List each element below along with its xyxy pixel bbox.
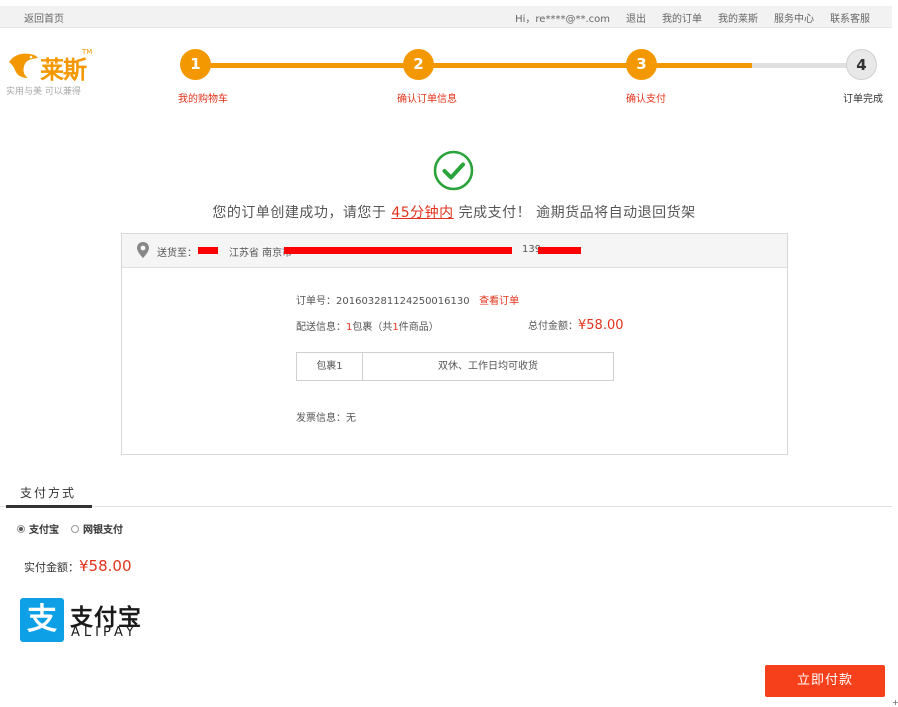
total-label: 总付金额： [528,321,578,332]
delivery-mid: 包裹（共 [352,322,393,333]
order-number-label: 订单号： [296,296,336,307]
view-order-link[interactable]: 查看订单 [479,296,519,307]
order-number: 20160328112425001613​0 [336,296,470,307]
redacted-phone [538,247,581,254]
invoice-value: 无 [346,413,356,424]
delivery-label: 配送信息： [296,322,346,333]
actual-amount-label: 实付金额： [24,561,79,574]
alipay-name-en: ALIPAY [71,625,138,640]
tab-underline [6,505,92,508]
step-1-circle: 1 [180,49,211,80]
user-greeting: Hi，re****@**.com [515,10,610,25]
package-table: 包裹1 双休、工作日均可收货 [296,352,614,381]
step-4-label: 订单完成 [843,94,883,105]
step-2-circle: 2 [403,49,434,80]
success-message: 您的订单创建成功，请您于 45分钟内 完成支付！ 逾期货品将自动退回货架 [0,202,898,222]
package-name: 包裹1 [297,353,363,380]
corner-mark: + [892,698,898,707]
alipay-logo: 支 支付宝 ALIPAY [20,598,150,644]
service-center-link[interactable]: 服务中心 [774,10,814,25]
order-number-row: 订单号：20160328112425001613​0 查看订单 [296,292,519,307]
logout-link[interactable]: 退出 [626,10,646,25]
ship-address: 江苏省 南京市 [229,248,293,259]
top-bar: 返回首页 Hi，re****@**.com 退出 我的订单 我的莱斯 服务中心 … [0,6,892,28]
success-text-after: 完成支付！ 逾期货品将自动退回货架 [458,205,696,221]
total-amount: ¥58.00 [578,318,624,333]
alipay-logo-icon: 支 [20,598,64,642]
redacted-address [284,247,512,254]
step-3-label: 确认支付 [626,94,666,105]
package-delivery-time: 双休、工作日均可收货 [438,361,538,372]
payment-options: 支付宝 网银支付 [17,521,123,536]
delivery-end: 件商品） [398,322,439,333]
divider [0,506,892,507]
step-4-circle: 4 [846,49,877,80]
radio-online-banking-dot[interactable] [71,524,79,533]
progress-line-done [196,63,752,68]
delivery-row: 配送信息：1包裹（共1件商品） [296,318,439,333]
total-row: 总付金额：¥58.00 [528,317,624,333]
radio-alipay-label: 支付宝 [29,525,59,536]
location-pin-icon [137,242,149,258]
home-link[interactable]: 返回首页 [24,10,64,25]
user-email: re****@**.com [535,14,610,25]
tab-payment-method[interactable]: 支付方式 [20,484,76,501]
actual-amount-value: ¥58.00 [79,557,132,575]
redacted-name [198,247,218,254]
order-progress: 1 2 3 4 我的购物车 确认订单信息 确认支付 订单完成 [0,48,898,108]
radio-online-banking-label: 网银支付 [83,525,123,536]
radio-alipay-dot[interactable] [17,524,25,533]
order-panel: 送货至： 江苏省 南京市 139 订单号：2016032811242500161… [121,233,788,455]
greeting-text: Hi， [515,14,536,25]
success-text-before: 您的订单创建成功，请您于 [212,205,387,221]
my-orders-link[interactable]: 我的订单 [662,10,702,25]
ship-to-label: 送货至： [157,248,197,259]
shipping-header: 送货至： 江苏省 南京市 139 [122,234,787,268]
pay-now-button[interactable]: 立即付款 [765,665,885,697]
my-account-link[interactable]: 我的莱斯 [718,10,758,25]
step-1-label: 我的购物车 [178,94,228,105]
radio-alipay[interactable]: 支付宝 [17,521,59,536]
actual-amount: 实付金额：¥58.00 [24,557,132,575]
contact-service-link[interactable]: 联系客服 [830,10,870,25]
step-2-label: 确认订单信息 [397,94,457,105]
top-links: Hi，re****@**.com 退出 我的订单 我的莱斯 服务中心 联系客服 [515,10,870,25]
success-check-icon [433,150,474,191]
invoice-row: 发票信息：无 [296,409,356,424]
step-3-circle: 3 [626,49,657,80]
invoice-label: 发票信息： [296,413,346,424]
payment-time-limit: 45分钟内 [391,205,454,221]
radio-online-banking[interactable]: 网银支付 [71,521,123,536]
